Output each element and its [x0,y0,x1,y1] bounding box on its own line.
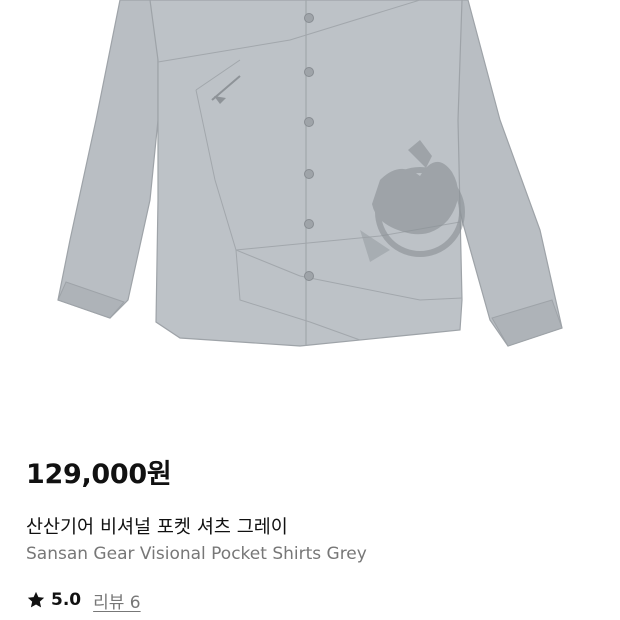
rating-value: 5.0 [51,590,82,610]
product-name-english: Sansan Gear Visional Pocket Shirts Grey [26,544,367,564]
product-price: 129,000원 [26,459,172,490]
rating-row: 5.0 리뷰 6 [26,587,141,613]
shirt-illustration [57,0,563,347]
shirt-body [57,0,563,347]
product-name-korean: 산산기어 비셔널 포켓 셔츠 그레이 [26,517,288,538]
review-link[interactable]: 리뷰 6 [93,588,141,613]
product-image[interactable] [0,0,620,400]
star-icon [27,591,45,608]
